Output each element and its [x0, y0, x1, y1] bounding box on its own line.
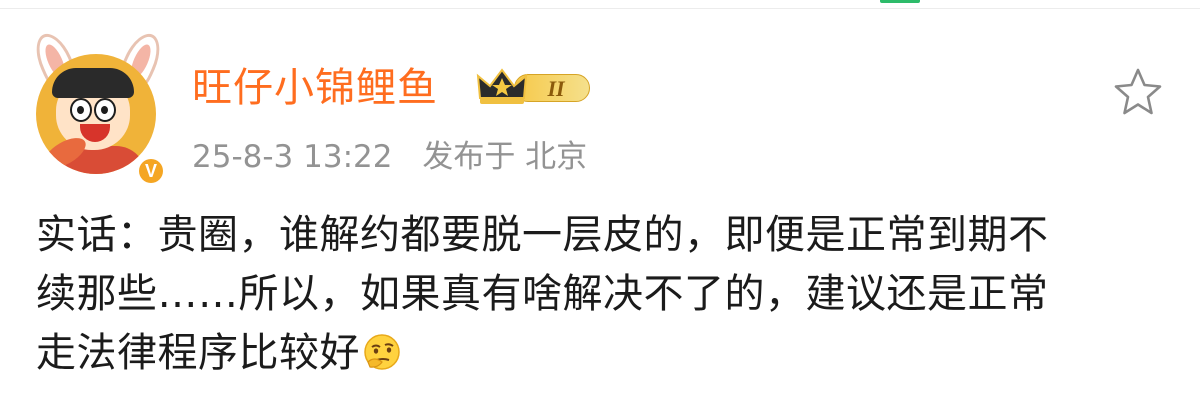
- top-divider: [0, 8, 1200, 9]
- avatar-eye-left: [70, 98, 92, 122]
- weibo-post-card: V 旺仔小锦鲤鱼 II 25-8-3 13:22 发布于 北京 实话：贵圈，谁解…: [0, 0, 1200, 401]
- post-location: 发布于 北京: [422, 139, 588, 175]
- post-body: 实话：贵圈，谁解约都要脱一层皮的，即便是正常到期不 续那些……所以，如果真有啥解…: [36, 206, 1176, 383]
- post-body-line-last: 走法律程序比较好: [36, 324, 1176, 383]
- thinking-emoji-icon: [364, 334, 400, 370]
- post-timestamp[interactable]: 25-8-3 13:22: [192, 139, 392, 175]
- post-body-line: 实话：贵圈，谁解约都要脱一层皮的，即便是正常到期不: [36, 212, 1049, 258]
- level-badge[interactable]: II: [474, 66, 592, 106]
- post-body-text: 走法律程序比较好: [36, 330, 360, 376]
- verified-v-icon: V: [136, 156, 166, 186]
- star-icon[interactable]: [1110, 64, 1166, 120]
- avatar-eye-right: [94, 98, 116, 122]
- crown-icon: [476, 68, 528, 104]
- top-accent-bar: [880, 0, 920, 3]
- avatar-hair: [52, 68, 134, 98]
- post-body-line: 续那些……所以，如果真有啥解决不了的，建议还是正常: [36, 271, 1049, 317]
- avatar[interactable]: V: [28, 28, 170, 186]
- avatar-image: [36, 54, 156, 174]
- username[interactable]: 旺仔小锦鲤鱼: [192, 58, 438, 118]
- verified-v-mark: V: [139, 159, 163, 183]
- post-meta: 25-8-3 13:22 发布于 北京: [192, 134, 607, 180]
